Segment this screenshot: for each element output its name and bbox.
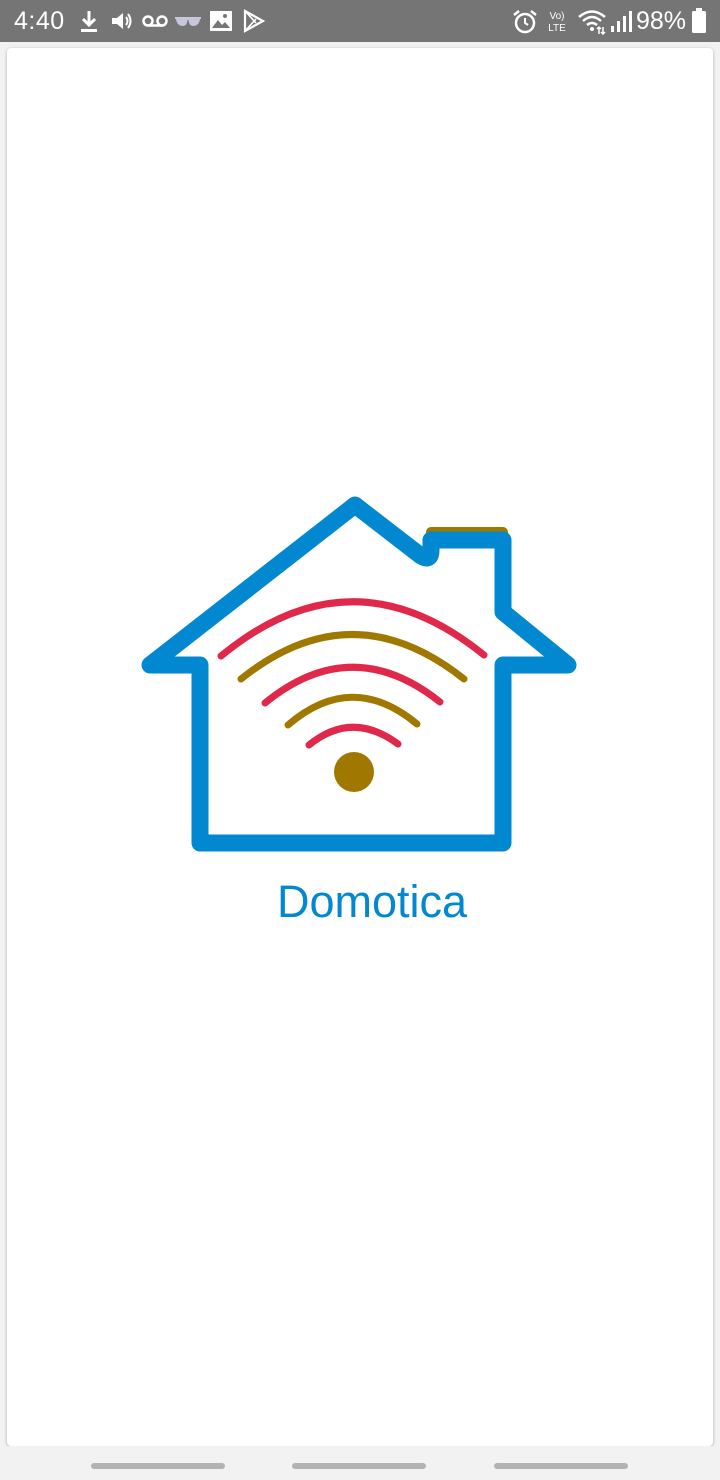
image-icon (210, 11, 232, 31)
alarm-icon (513, 10, 537, 34)
home-button[interactable] (292, 1463, 426, 1469)
play-store-icon (243, 9, 266, 33)
battery-icon (692, 8, 706, 33)
download-icon (81, 11, 97, 32)
svg-text:LTE: LTE (548, 23, 566, 34)
status-bar: 4:40 Vo) LTE 98% (0, 0, 720, 42)
network-label: Vo) (549, 11, 564, 22)
voicemail-icon (142, 15, 168, 27)
wave-gold-small (284, 693, 421, 729)
recent-apps-button[interactable] (91, 1463, 225, 1469)
volume-icon (112, 13, 132, 29)
volte-icon: Vo) LTE (548, 11, 566, 34)
wave-outer-red (217, 598, 488, 660)
app-title: Domotica (276, 876, 468, 927)
glasses-icon (175, 17, 201, 26)
wave-gold-large (237, 631, 468, 683)
battery-percent: 98% (635, 7, 686, 35)
navigation-bar (0, 1446, 720, 1480)
smart-home-wifi-icon (141, 496, 577, 852)
wave-inner-red (305, 723, 402, 749)
back-button[interactable] (494, 1463, 628, 1469)
status-time: 4:40 (14, 7, 65, 35)
signal-icon (611, 11, 632, 32)
house-outline (141, 496, 577, 852)
wifi-icon (578, 10, 606, 35)
wifi-dot (334, 752, 374, 792)
